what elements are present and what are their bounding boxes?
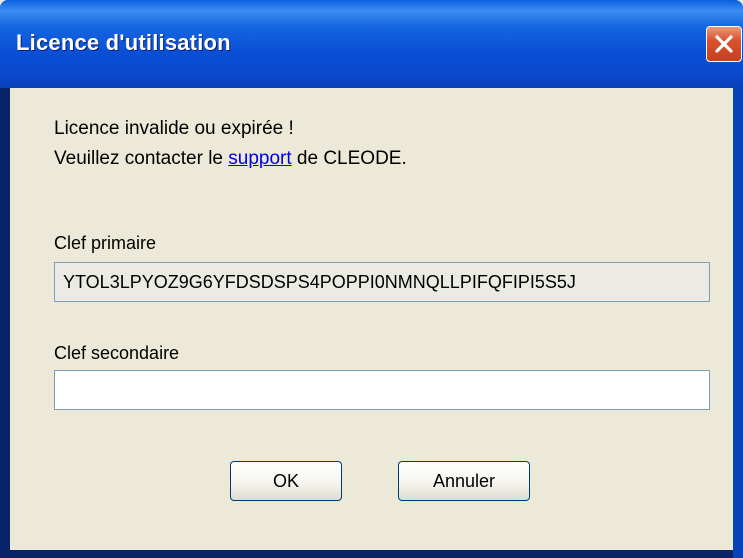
- ok-button[interactable]: OK: [230, 461, 342, 501]
- message-suffix: de CLEODE.: [291, 148, 407, 169]
- message-prefix: Veuillez contacter le: [54, 148, 229, 169]
- window-title: Licence d'utilisation: [16, 30, 231, 55]
- dialog-window: Licence d'utilisation Licence invalide o…: [0, 0, 743, 558]
- dialog-content: Licence invalide ou expirée ! Veuillez c…: [10, 88, 733, 550]
- error-message-line1: Licence invalide ou expirée !: [54, 118, 294, 139]
- error-message-line2: Veuillez contacter le support de CLEODE.: [54, 148, 407, 170]
- title-bar[interactable]: Licence d'utilisation: [0, 0, 743, 88]
- secondary-key-label: Clef secondaire: [54, 343, 180, 363]
- primary-key-label: Clef primaire: [54, 233, 157, 253]
- cancel-button[interactable]: Annuler: [398, 461, 530, 501]
- secondary-key-field[interactable]: [54, 370, 710, 410]
- support-link[interactable]: support: [228, 148, 291, 169]
- primary-key-field[interactable]: [54, 262, 710, 302]
- close-icon: [713, 33, 735, 55]
- window-frame-right: [733, 88, 743, 558]
- close-button[interactable]: [706, 26, 742, 62]
